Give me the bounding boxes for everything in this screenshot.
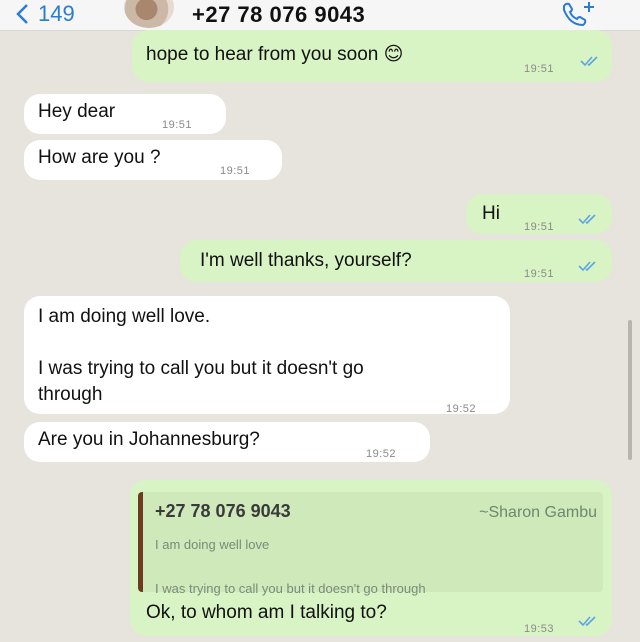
read-receipt-icon [578,214,596,225]
message-text: Ok, to whom am I talking to? [146,602,387,623]
back-button[interactable]: 149 [14,0,75,28]
message-bubble-incoming[interactable]: Hey dear 19:51 [24,94,226,134]
message-text: Hey dear [38,101,116,122]
message-time: 19:51 [524,221,555,233]
message-time: 19:52 [366,448,397,460]
quoted-text-line: I was trying to call you but it doesn't … [155,581,426,596]
message-text: Are you in Johannesburg? [38,429,260,450]
message-bubble-outgoing[interactable]: hope to hear from you soon 😊 19:51 [132,30,612,82]
contact-name[interactable]: +27 78 076 9043 [192,2,365,28]
read-receipt-icon [578,616,596,627]
chat-header: 149 +27 78 076 9043 [0,0,640,31]
phone-add-icon [563,2,594,27]
read-receipt-icon [578,261,596,272]
message-time: 19:51 [162,119,193,131]
message-text: Hi [482,203,500,224]
scroll-indicator[interactable] [628,320,632,460]
read-receipt-icon [580,56,598,67]
message-time: 19:51 [524,268,555,280]
unread-count: 149 [38,1,75,26]
quoted-sender-name: ~Sharon Gambu [479,504,597,521]
message-bubble-outgoing[interactable]: Hi 19:51 [466,194,612,234]
message-bubble-incoming[interactable]: Are you in Johannesburg? 19:52 [24,422,430,462]
message-bubble-outgoing[interactable]: I'm well thanks, yourself? 19:51 [180,240,612,282]
chevron-left-icon [16,4,28,24]
message-text: I'm well thanks, yourself? [200,250,412,271]
message-bubble-incoming[interactable]: I am doing well love. I was trying to ca… [24,296,510,415]
quoted-message[interactable]: +27 78 076 9043 ~Sharon Gambu I am doing… [138,492,603,596]
message-time: 19:53 [524,623,555,635]
quoted-sender-number: +27 78 076 9043 [155,501,291,521]
message-time: 19:51 [220,165,251,177]
avatar[interactable] [124,0,174,28]
add-call-button[interactable] [560,0,596,28]
message-time: 19:52 [446,403,477,415]
message-text: I am doing well love. I was trying to ca… [38,306,364,405]
message-text: How are you ? [38,147,161,168]
message-bubble-outgoing[interactable]: +27 78 076 9043 ~Sharon Gambu I am doing… [130,480,612,636]
message-time: 19:51 [524,63,555,75]
quoted-text-line: I am doing well love [155,537,270,552]
message-bubble-incoming[interactable]: How are you ? 19:51 [24,140,282,180]
message-text: hope to hear from you soon 😊 [146,44,404,65]
